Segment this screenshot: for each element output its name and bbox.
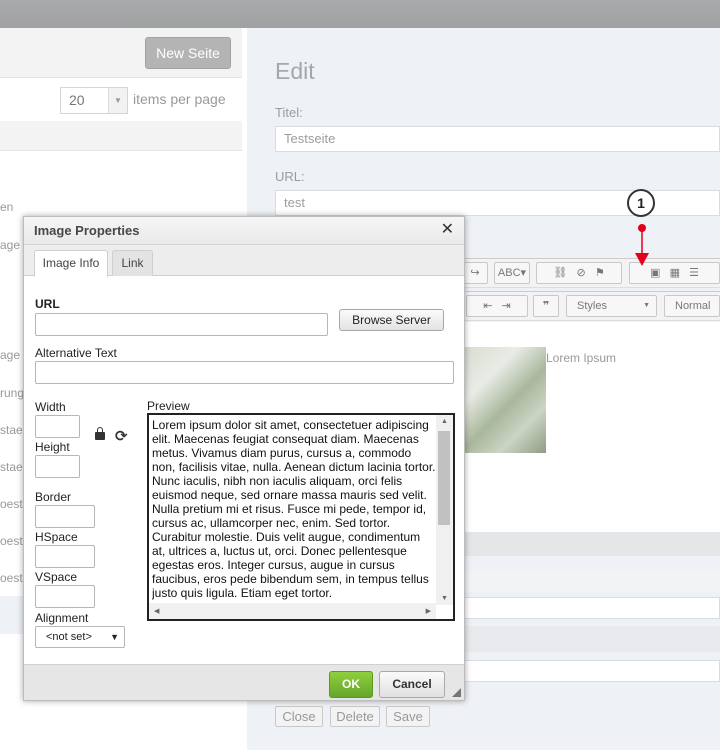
lock-ratio-icon[interactable]: [95, 427, 105, 440]
scroll-right-icon[interactable]: ▶: [426, 607, 431, 615]
scroll-down-icon[interactable]: ▼: [441, 595, 448, 602]
list-item[interactable]: age: [0, 348, 20, 362]
ok-button[interactable]: OK: [329, 671, 373, 698]
per-page-value: 20: [69, 92, 85, 108]
image-icon[interactable]: ▣: [650, 267, 660, 279]
image-caption-text: Lorem Ipsum: [546, 351, 617, 365]
page-title: Edit: [275, 58, 315, 84]
list-item[interactable]: stae: [0, 423, 23, 437]
reset-size-icon[interactable]: ⟳: [115, 427, 128, 445]
preview-text: Lorem ipsum dolor sit amet, consectetuer…: [152, 418, 436, 600]
preview-label: Preview: [147, 399, 190, 413]
link-icon[interactable]: ⛓: [553, 267, 567, 279]
image-properties-dialog: Image Properties ✕ Image Info Link URL B…: [23, 216, 465, 701]
list-item[interactable]: oest: [0, 571, 23, 585]
tab-image-info[interactable]: Image Info: [34, 250, 108, 277]
close-button[interactable]: Close: [275, 706, 323, 727]
alt-text-field[interactable]: [35, 361, 454, 384]
top-bar: [0, 0, 720, 28]
browse-server-button[interactable]: Browse Server: [339, 309, 444, 331]
indent-tools-group: ⇤ ⇥: [466, 295, 528, 317]
unlink-icon[interactable]: ⊘: [576, 267, 585, 279]
list-item[interactable]: oest: [0, 534, 23, 548]
list-item[interactable]: en: [0, 200, 13, 214]
close-icon[interactable]: ✕: [441, 222, 454, 238]
blockquote-icon[interactable]: ❞: [533, 295, 559, 317]
form-input[interactable]: [462, 660, 720, 682]
form-row: [462, 570, 720, 592]
chevron-down-icon: ▼: [108, 88, 127, 113]
indent-icon[interactable]: ⇥: [502, 300, 511, 312]
new-page-button[interactable]: New Seite: [145, 37, 231, 69]
alignment-label: Alignment: [35, 611, 89, 625]
save-button[interactable]: Save: [386, 706, 430, 727]
format-dropdown[interactable]: Normal: [664, 295, 720, 317]
dialog-tabs: Image Info Link: [24, 245, 464, 277]
horizontal-line-icon[interactable]: ☰: [689, 267, 699, 279]
preview-box: Lorem ipsum dolor sit amet, consectetuer…: [147, 413, 455, 621]
dialog-title: Image Properties: [24, 217, 464, 245]
scroll-thumb[interactable]: [438, 431, 450, 525]
hspace-label: HSpace: [35, 530, 78, 544]
scroll-up-icon[interactable]: ▲: [441, 418, 448, 425]
redo-icon[interactable]: ↪: [462, 262, 488, 284]
alignment-value: <not set>: [46, 631, 92, 643]
hspace-field[interactable]: [35, 545, 95, 568]
preview-horizontal-scrollbar[interactable]: ◀ ▶: [149, 603, 436, 619]
alt-text-label: Alternative Text: [35, 346, 117, 360]
outdent-icon[interactable]: ⇤: [483, 300, 492, 312]
alignment-select[interactable]: <not set> ▼: [35, 626, 125, 648]
border-label: Border: [35, 490, 72, 504]
styles-dropdown-label: Styles: [577, 300, 607, 312]
form-section-bar: [462, 626, 720, 652]
url-label: URL:: [275, 169, 305, 184]
styles-dropdown[interactable]: Styles ▼: [566, 295, 657, 317]
width-label: Width: [35, 400, 66, 414]
items-per-page-select[interactable]: 20 ▼: [60, 87, 128, 114]
tab-link[interactable]: Link: [112, 250, 153, 276]
form-input[interactable]: [462, 597, 720, 619]
content-image[interactable]: [462, 347, 546, 453]
url-label: URL: [35, 297, 60, 311]
callout-1-arrow: [635, 224, 649, 266]
list-item[interactable]: oest: [0, 497, 23, 511]
cancel-button[interactable]: Cancel: [379, 671, 445, 698]
chevron-down-icon: ▼: [643, 302, 650, 309]
image-url-field[interactable]: [35, 313, 328, 336]
list-item[interactable]: rung: [0, 386, 24, 400]
title-label: Titel:: [275, 105, 303, 120]
editor-status-bar: [462, 532, 720, 556]
vspace-field[interactable]: [35, 585, 95, 608]
resize-handle-icon[interactable]: [452, 688, 461, 697]
callout-1: 1: [627, 189, 655, 217]
height-label: Height: [35, 440, 70, 454]
vspace-label: VSpace: [35, 570, 78, 584]
chevron-down-icon: ▼: [110, 632, 119, 642]
width-field[interactable]: [35, 415, 80, 438]
border-field[interactable]: [35, 505, 95, 528]
list-item[interactable]: stae: [0, 460, 23, 474]
delete-button[interactable]: Delete: [330, 706, 380, 727]
dialog-footer: OK Cancel: [24, 664, 464, 700]
height-field[interactable]: [35, 455, 80, 478]
preview-vertical-scrollbar[interactable]: ▲ ▼: [436, 415, 453, 605]
scroll-left-icon[interactable]: ◀: [154, 607, 159, 615]
list-column-header: [0, 121, 242, 151]
table-icon[interactable]: ▦: [670, 267, 680, 279]
link-tools-group: ⛓ ⊘ ⚑: [536, 262, 622, 284]
list-item[interactable]: age: [0, 238, 20, 252]
spellcheck-icon[interactable]: ABC▾: [494, 262, 530, 284]
anchor-flag-icon[interactable]: ⚑: [595, 267, 605, 279]
items-per-page-label: items per page: [133, 91, 226, 107]
title-field[interactable]: Testseite: [275, 126, 720, 152]
